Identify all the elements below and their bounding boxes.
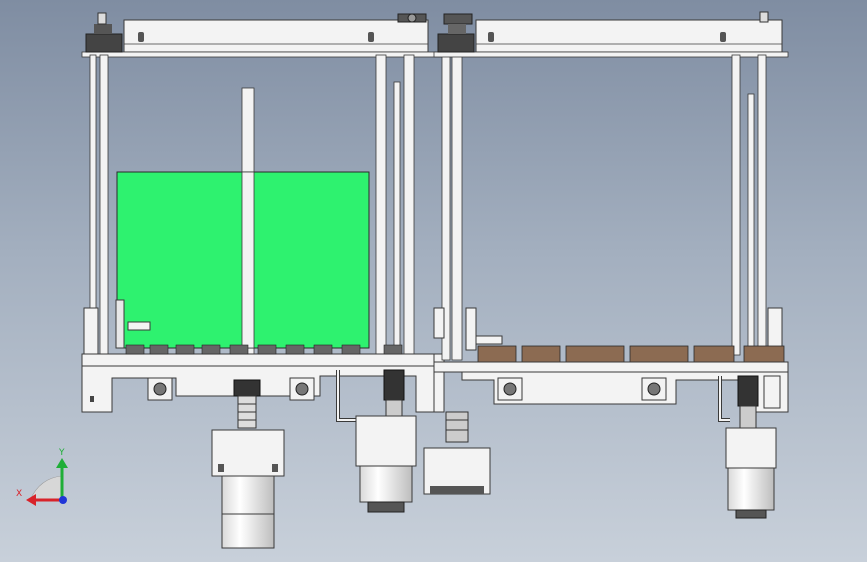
z-axis-dot <box>59 496 67 504</box>
left-bottom-rail <box>81 353 435 367</box>
x-axis-label: X <box>16 489 22 499</box>
left-top-beam <box>123 19 429 53</box>
axis-triad: Y X <box>16 448 68 506</box>
cad-viewport[interactable]: Y X <box>0 0 867 562</box>
left-top-pulley <box>85 12 123 53</box>
motor-1 <box>211 379 285 549</box>
left-top-plate <box>81 51 443 58</box>
right-module <box>433 11 789 519</box>
left-beam-slot-2 <box>368 32 374 42</box>
right-vertical-rods <box>731 54 767 356</box>
left-side-bracket <box>83 307 99 359</box>
mid-top-pulley-left <box>397 13 427 23</box>
motor-2 <box>355 369 417 513</box>
assembly-drawing: Y X <box>16 11 789 549</box>
right-top-beam <box>475 19 783 53</box>
right-top-pulley <box>437 13 475 53</box>
y-axis-label: Y <box>58 448 65 458</box>
cable <box>336 370 378 422</box>
right-bottom-rail <box>433 361 789 373</box>
left-beam-slot-1 <box>138 32 144 42</box>
motor-3 <box>423 411 491 495</box>
right-cable <box>718 376 730 422</box>
right-beam-slot-1 <box>488 32 494 42</box>
right-beam-slot-2 <box>720 32 726 42</box>
